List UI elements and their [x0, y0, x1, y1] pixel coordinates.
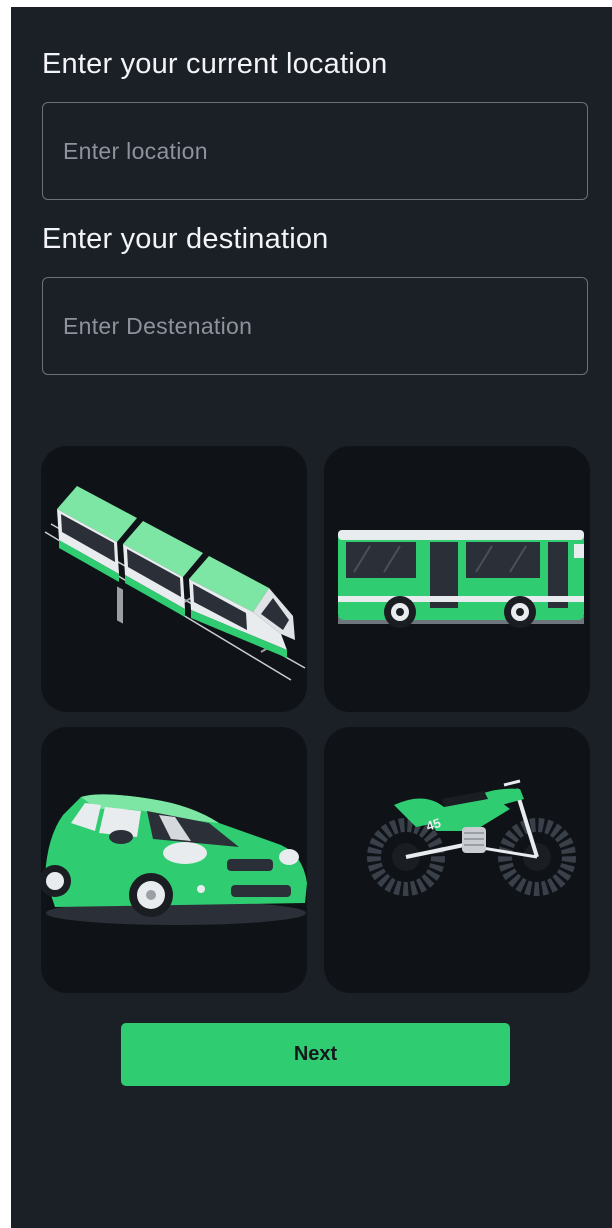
- destination-input[interactable]: [42, 277, 588, 375]
- transport-option-motorbike[interactable]: 45: [324, 727, 590, 993]
- transport-option-tram[interactable]: [41, 446, 307, 712]
- transport-option-car[interactable]: [41, 727, 307, 993]
- next-button[interactable]: Next: [121, 1023, 510, 1086]
- screen: Enter your current location Enter your d…: [11, 7, 612, 1228]
- location-heading: Enter your current location: [42, 48, 388, 80]
- location-input[interactable]: [42, 102, 588, 200]
- motorbike-icon: 45: [367, 779, 576, 896]
- bus-icon: [338, 530, 584, 628]
- car-icon: [41, 794, 307, 925]
- tram-icon: [44, 486, 306, 681]
- destination-heading: Enter your destination: [42, 223, 329, 255]
- transport-option-bus[interactable]: [324, 446, 590, 712]
